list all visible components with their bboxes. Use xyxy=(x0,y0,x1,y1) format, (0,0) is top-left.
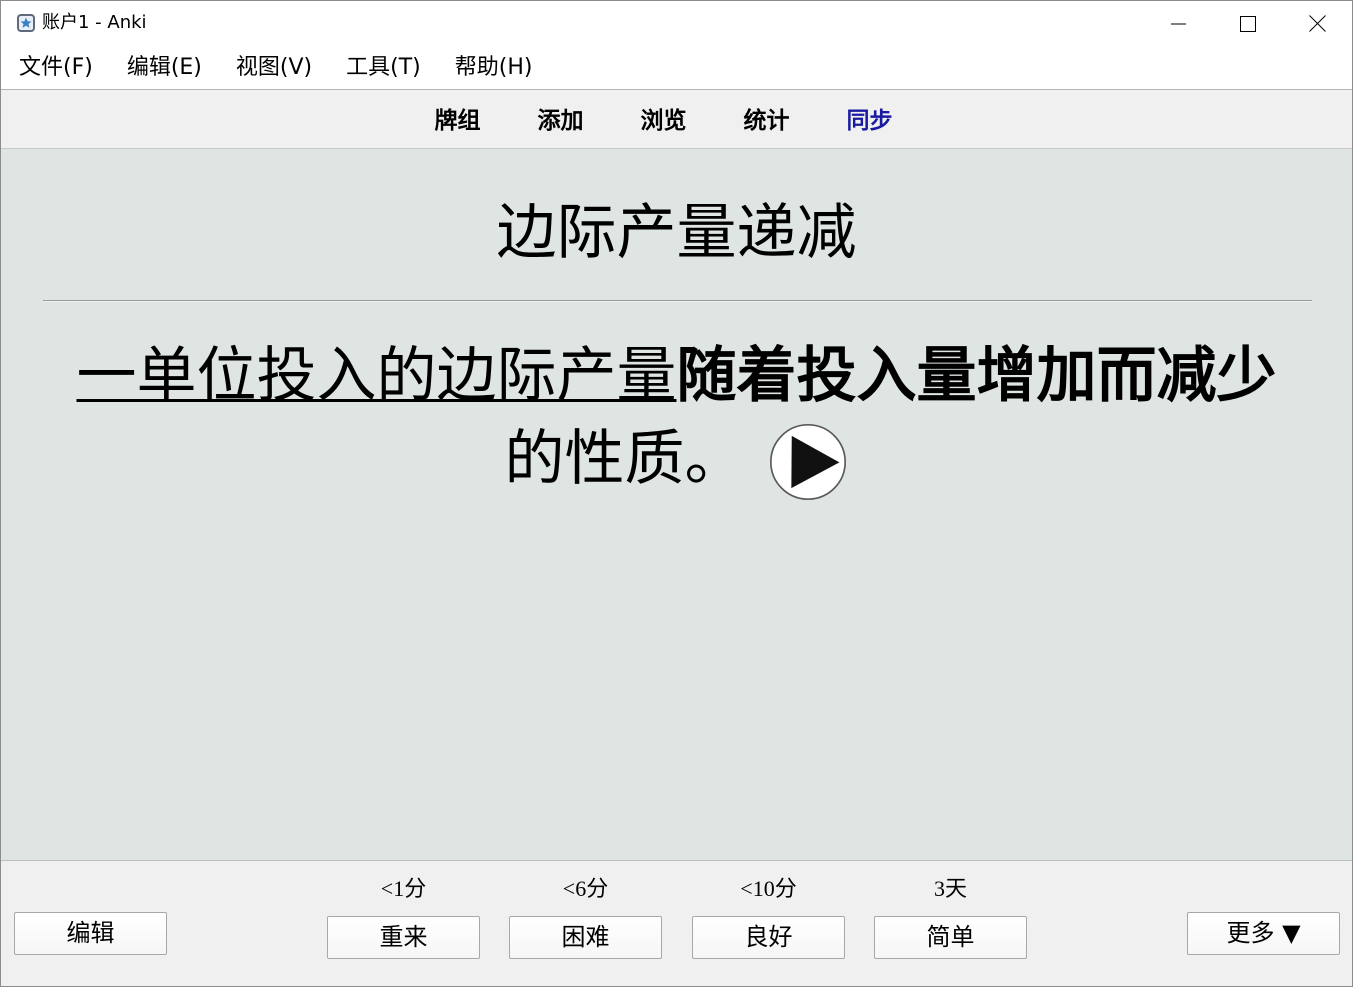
window-title: 账户1 - Anki xyxy=(42,12,147,33)
toolbar-decks[interactable]: 牌组 xyxy=(406,106,509,136)
interval-good: <10分 xyxy=(740,876,797,901)
card-back-plain-text: 的性质。 xyxy=(504,424,745,494)
review-bar: 编辑 <1分 <6分 <10分 3天 重来 困难 良好 简单 更多 ▼ xyxy=(1,860,1352,986)
maximize-icon xyxy=(1239,15,1256,32)
main-toolbar: 牌组 添加 浏览 统计 同步 xyxy=(1,89,1352,149)
easy-button[interactable]: 简单 xyxy=(874,916,1027,959)
card-front-text: 边际产量递减 xyxy=(496,198,857,268)
menu-help[interactable]: 帮助(H) xyxy=(438,53,550,83)
card-area: 边际产量递减 一单位投入的边际产量随着投入量增加而减少 的性质。 xyxy=(1,149,1352,860)
anki-app-icon[interactable] xyxy=(16,13,36,33)
interval-again: <1分 xyxy=(380,876,427,901)
toolbar-browse[interactable]: 浏览 xyxy=(612,106,715,136)
toolbar-links: 牌组 添加 浏览 统计 同步 xyxy=(406,90,921,148)
menu-view[interactable]: 视图(V) xyxy=(219,53,329,83)
interval-hard: <6分 xyxy=(562,876,609,901)
hard-button[interactable]: 困难 xyxy=(509,916,662,959)
minimize-button[interactable] xyxy=(1144,1,1213,46)
again-button[interactable]: 重来 xyxy=(327,916,480,959)
title-bar: 账户1 - Anki xyxy=(1,1,1352,46)
play-icon xyxy=(769,424,846,501)
close-button[interactable] xyxy=(1283,1,1352,46)
toolbar-stats[interactable]: 统计 xyxy=(715,106,818,136)
more-button[interactable]: 更多 ▼ xyxy=(1187,912,1340,955)
replay-audio-button[interactable] xyxy=(767,421,849,503)
toolbar-sync[interactable]: 同步 xyxy=(818,106,921,136)
card-back-line-1: 一单位投入的边际产量随着投入量增加而减少 xyxy=(1,335,1352,418)
menu-tools[interactable]: 工具(T) xyxy=(329,53,438,83)
good-button[interactable]: 良好 xyxy=(692,916,845,959)
card-back-bold-text: 随着投入量增加而减少 xyxy=(676,341,1277,411)
answer-divider xyxy=(43,300,1312,302)
toolbar-add[interactable]: 添加 xyxy=(509,106,612,136)
menu-file[interactable]: 文件(F) xyxy=(2,53,110,83)
menu-bar: 文件(F) 编辑(E) 视图(V) 工具(T) 帮助(H) xyxy=(1,46,1352,89)
anki-window: 账户1 - Anki 文件(F) 编辑(E) 视图(V) 工具(T) 帮助(H) xyxy=(0,0,1353,987)
card-back-line-2: 的性质。 xyxy=(1,418,1352,503)
card-back: 一单位投入的边际产量随着投入量增加而减少 的性质。 xyxy=(1,335,1352,503)
interval-easy: 3天 xyxy=(933,876,967,901)
minimize-icon xyxy=(1170,23,1186,24)
card-back-underlined-text: 一单位投入的边际产量 xyxy=(76,341,677,411)
edit-button[interactable]: 编辑 xyxy=(14,912,167,955)
maximize-button[interactable] xyxy=(1213,1,1282,46)
close-icon xyxy=(1309,15,1326,32)
menu-edit[interactable]: 编辑(E) xyxy=(110,53,219,83)
